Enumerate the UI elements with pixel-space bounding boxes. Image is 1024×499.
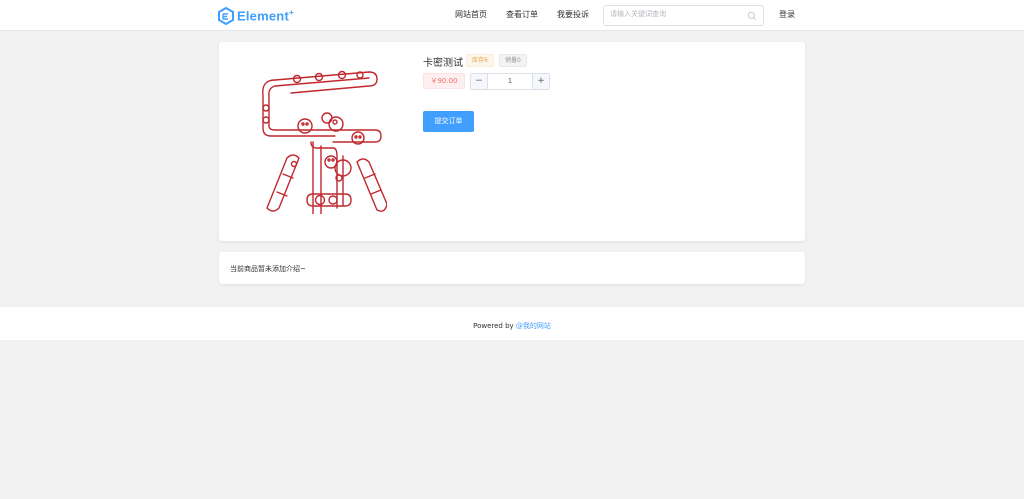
nav-complaint[interactable]: 我要投诉	[557, 9, 589, 20]
logo-text: Element+	[237, 8, 294, 24]
product-card: 卡密测试 库存6 销量0 ￥90.00 − 1 + 提交订单	[219, 42, 805, 241]
product-title: 卡密测试	[423, 58, 463, 69]
login-link[interactable]: 登录	[779, 9, 795, 20]
nav-home[interactable]: 网站首页	[455, 9, 487, 20]
element-logo[interactable]: Element+	[218, 6, 294, 26]
quantity-stepper: − 1 +	[470, 73, 550, 90]
quantity-input[interactable]: 1	[488, 74, 532, 89]
quantity-decrease-button[interactable]: −	[471, 74, 488, 89]
sales-badge: 销量0	[499, 54, 527, 67]
description-text: 当前商品暂未添加介绍~	[230, 265, 306, 273]
site-link[interactable]: @我的网站	[516, 322, 551, 330]
search-box	[603, 5, 764, 26]
nav-view-orders[interactable]: 查看订单	[506, 9, 538, 20]
search-input[interactable]	[610, 10, 740, 18]
search-icon[interactable]	[747, 11, 757, 21]
product-image	[262, 70, 387, 214]
price-tag: ￥90.00	[423, 73, 465, 89]
footer-text: Powered by @我的网站	[0, 321, 1024, 331]
description-card: 当前商品暂未添加介绍~	[219, 252, 805, 284]
hexagon-logo-icon	[218, 7, 234, 25]
stock-badge: 库存6	[466, 54, 494, 67]
quantity-increase-button[interactable]: +	[532, 74, 549, 89]
powered-by-text: Powered by	[473, 322, 514, 330]
top-header: Element+ 网站首页 查看订单 我要投诉 登录	[0, 0, 1024, 31]
submit-order-button[interactable]: 提交订单	[423, 111, 474, 132]
footer: Powered by @我的网站	[0, 307, 1024, 340]
